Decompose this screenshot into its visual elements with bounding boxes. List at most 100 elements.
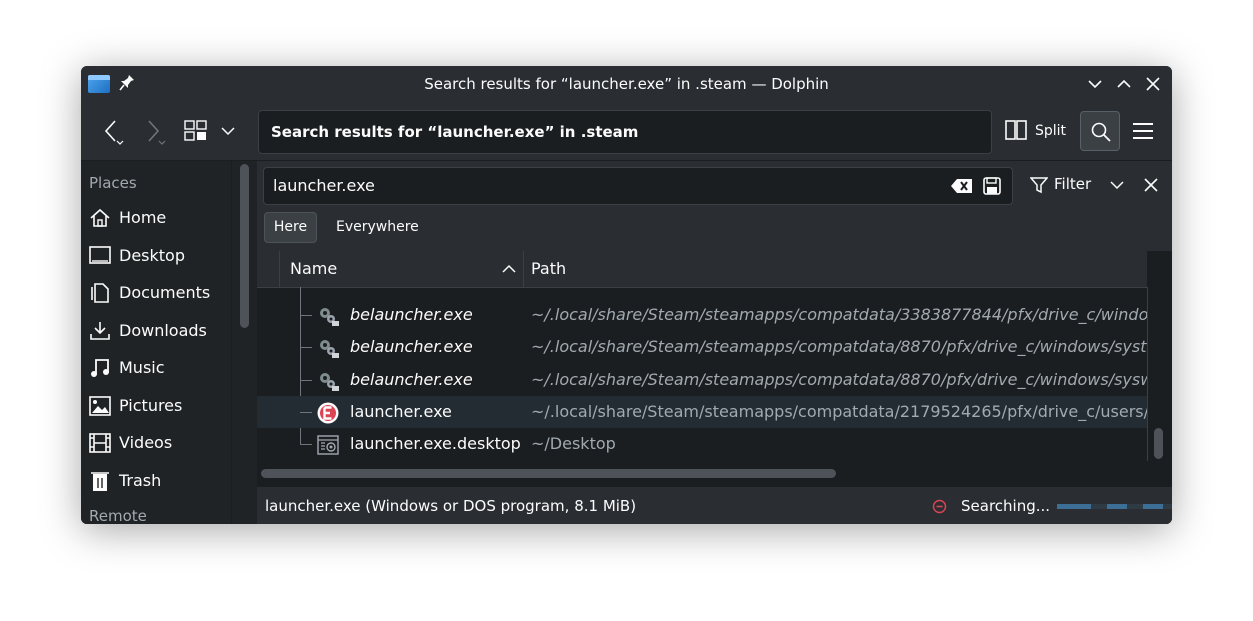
column-header: Name Path xyxy=(257,251,1147,288)
column-path-header[interactable]: Path xyxy=(531,251,566,287)
sidebar-item-label: Downloads xyxy=(119,321,207,340)
tree-line xyxy=(300,428,301,444)
split-view-icon[interactable] xyxy=(1005,119,1027,141)
file-name: launcher.exe.desktop xyxy=(350,434,521,453)
column-separator[interactable] xyxy=(523,251,524,287)
sort-ascending-icon[interactable] xyxy=(502,263,516,275)
progress-segment xyxy=(1107,504,1127,509)
sidebar-item-documents[interactable]: Documents xyxy=(89,278,229,308)
searching-status: Searching... xyxy=(961,497,1051,515)
horizontal-scrollbar[interactable] xyxy=(261,469,836,478)
exec-gear-icon xyxy=(320,373,339,391)
exec-gear-icon xyxy=(320,308,339,326)
trash-icon xyxy=(91,472,109,491)
progress-segment xyxy=(1057,504,1091,509)
places-header: Places xyxy=(89,174,137,192)
sidebar-item-pictures[interactable]: Pictures xyxy=(89,391,229,421)
table-row[interactable]: launcher.exe.desktop ~/Desktop xyxy=(257,428,1147,460)
filter-button[interactable]: Filter xyxy=(1054,171,1091,197)
documents-icon xyxy=(91,283,109,303)
file-path: ~/.local/share/Steam/steamapps/compatdat… xyxy=(531,337,1148,356)
location-bar[interactable]: Search results for “launcher.exe” in .st… xyxy=(258,110,992,154)
search-button[interactable] xyxy=(1080,111,1120,151)
toolbar: Search results for “launcher.exe” in .st… xyxy=(81,102,1172,161)
sidebar-item-trash[interactable]: Trash xyxy=(89,466,229,496)
sidebar-item-music[interactable]: Music xyxy=(89,353,229,383)
search-icon xyxy=(1091,122,1111,142)
file-name: launcher.exe xyxy=(350,402,452,421)
file-name: belauncher.exe xyxy=(350,370,473,389)
file-path: ~/Desktop xyxy=(531,434,616,453)
sidebar-item-label: Music xyxy=(119,358,165,377)
table-row[interactable]: belauncher.exe ~/.local/share/Steam/stea… xyxy=(257,331,1147,363)
split-button[interactable]: Split xyxy=(1035,118,1066,144)
status-bar: launcher.exe (Windows or DOS program, 8.… xyxy=(257,486,1172,524)
hamburger-menu-icon[interactable] xyxy=(1132,120,1154,142)
maximize-icon[interactable] xyxy=(1114,74,1134,94)
vertical-scrollbar[interactable] xyxy=(1154,428,1163,459)
view-mode-icon[interactable] xyxy=(184,120,208,142)
table-row[interactable]: belauncher.exe ~/.local/share/Steam/stea… xyxy=(257,364,1147,396)
title-bar[interactable]: Search results for “launcher.exe” in .st… xyxy=(81,66,1172,102)
chevron-down-icon[interactable] xyxy=(220,124,236,138)
filter-chevron-down-icon[interactable] xyxy=(1109,179,1125,191)
tree-branch xyxy=(300,412,312,413)
tree-branch xyxy=(300,444,312,445)
search-progress-bar xyxy=(1057,504,1172,509)
tree-branch xyxy=(300,315,312,316)
search-panel: launcher.exe Filter Here Everywhere xyxy=(257,161,1172,251)
minimize-icon[interactable] xyxy=(1085,74,1105,94)
status-selection: launcher.exe (Windows or DOS program, 8.… xyxy=(265,497,637,515)
clear-text-icon[interactable] xyxy=(951,178,973,194)
close-search-icon[interactable] xyxy=(1143,177,1159,193)
filter-icon xyxy=(1030,177,1048,194)
file-path: ~/.local/share/Steam/steamapps/compatdat… xyxy=(531,305,1148,324)
remote-header: Remote xyxy=(89,507,147,524)
exec-gear-icon xyxy=(320,340,339,358)
pictures-icon xyxy=(89,396,111,416)
column-name-header[interactable]: Name xyxy=(290,251,337,287)
home-icon xyxy=(90,208,110,227)
music-icon xyxy=(91,359,109,377)
downloads-icon xyxy=(90,322,110,340)
tree-branch xyxy=(300,347,312,348)
desktop-icon xyxy=(89,246,111,264)
close-window-icon[interactable] xyxy=(1143,74,1163,94)
scope-here-button[interactable]: Here xyxy=(264,212,317,243)
file-path: ~/.local/share/Steam/steamapps/compatdat… xyxy=(531,402,1147,421)
results-list: belauncher.exe ~/.local/share/Steam/stea… xyxy=(257,287,1148,461)
videos-icon xyxy=(89,433,111,453)
epic-e-icon xyxy=(317,402,339,424)
sidebar-item-videos[interactable]: Videos xyxy=(89,428,229,458)
sidebar-item-downloads[interactable]: Downloads xyxy=(89,316,229,346)
search-query: launcher.exe xyxy=(273,176,375,195)
file-path: ~/.local/share/Steam/steamapps/compatdat… xyxy=(531,370,1148,389)
progress-segment xyxy=(1143,504,1163,509)
stop-search-icon[interactable] xyxy=(932,499,947,514)
dolphin-window: Search results for “launcher.exe” in .st… xyxy=(81,66,1172,524)
window-title: Search results for “launcher.exe” in .st… xyxy=(424,75,829,93)
sidebar-item-label: Pictures xyxy=(119,396,183,415)
places-panel: Places Home Desktop Documents Downloads … xyxy=(81,161,232,524)
table-row[interactable]: belauncher.exe ~/.local/share/Steam/stea… xyxy=(257,299,1147,331)
desktop-file-icon xyxy=(317,435,339,455)
sidebar-item-label: Documents xyxy=(119,283,211,302)
file-name: belauncher.exe xyxy=(350,305,473,324)
back-icon[interactable] xyxy=(101,117,127,147)
location-text: Search results for “launcher.exe” in .st… xyxy=(271,123,639,141)
sidebar-item-label: Home xyxy=(119,208,167,227)
file-name: belauncher.exe xyxy=(350,337,473,356)
sidebar-item-home[interactable]: Home xyxy=(89,203,229,233)
sidebar-item-label: Desktop xyxy=(119,246,185,265)
scope-everywhere-button[interactable]: Everywhere xyxy=(336,212,419,243)
sidebar-scrollbar[interactable] xyxy=(240,164,249,328)
table-row-selected[interactable]: launcher.exe ~/.local/share/Steam/steama… xyxy=(257,396,1147,428)
forward-icon[interactable] xyxy=(143,117,169,147)
sidebar-item-desktop[interactable]: Desktop xyxy=(89,241,229,271)
sidebar-item-label: Videos xyxy=(119,433,173,452)
column-separator xyxy=(279,251,280,287)
save-search-icon[interactable] xyxy=(983,177,1001,195)
tree-branch xyxy=(300,380,312,381)
sidebar-item-label: Trash xyxy=(119,471,162,490)
search-input[interactable]: launcher.exe xyxy=(263,167,1013,205)
